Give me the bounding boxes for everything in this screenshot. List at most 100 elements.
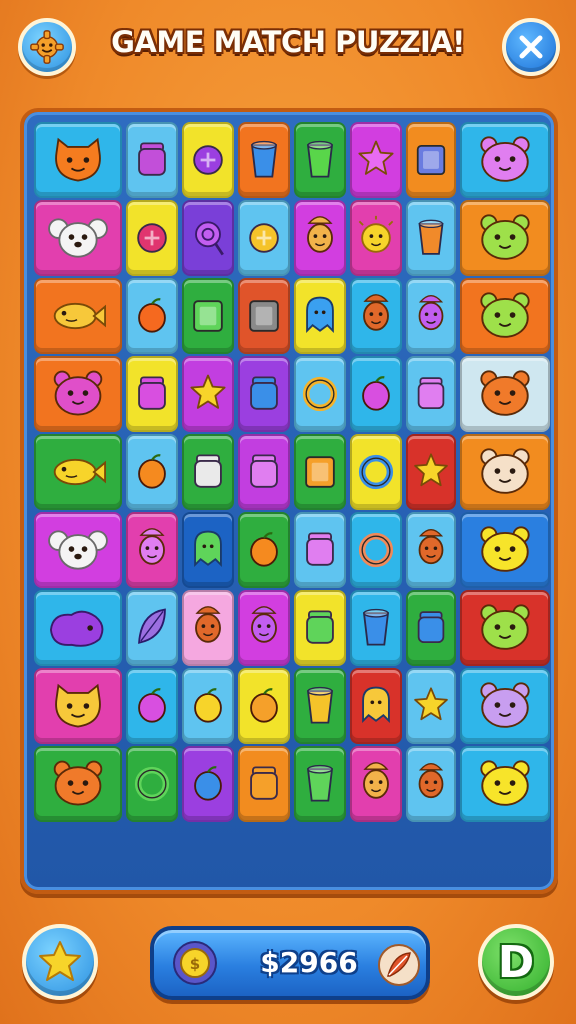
feather-icon (378, 944, 420, 986)
tile-person-face[interactable] (350, 278, 402, 354)
leaf-icon (138, 608, 166, 644)
tile-square-tile[interactable] (406, 122, 456, 198)
fish-icon (53, 302, 106, 330)
tile-person-face[interactable] (406, 512, 456, 588)
tile-ghost[interactable] (294, 278, 346, 354)
tile-ghost[interactable] (182, 512, 234, 588)
tile-round-candy[interactable] (238, 200, 290, 276)
tile-person-face[interactable] (182, 590, 234, 666)
tile-square-tile[interactable] (182, 278, 234, 354)
tile-cup[interactable] (294, 668, 346, 744)
tile-koala-face[interactable] (34, 200, 122, 276)
tile-square-tile[interactable] (238, 278, 290, 354)
jar-icon (250, 766, 278, 800)
tile-bear-face[interactable] (34, 746, 122, 822)
tile-bear-face[interactable] (34, 356, 122, 432)
tile-fruit[interactable] (238, 512, 290, 588)
square-tile-icon (305, 456, 335, 488)
person-face-icon (251, 606, 277, 643)
cup-icon (306, 140, 334, 178)
bear-face-icon (480, 370, 530, 416)
tile-cup[interactable] (238, 122, 290, 198)
tile-cat-face[interactable] (34, 122, 122, 198)
person-face-icon (363, 294, 389, 331)
tile-person-face[interactable] (294, 200, 346, 276)
tile-fish[interactable] (34, 278, 122, 354)
tile-cat-face[interactable] (34, 668, 122, 744)
tile-star-blob[interactable] (406, 668, 456, 744)
tile-bear-face[interactable] (460, 122, 550, 198)
tile-jar[interactable] (238, 434, 290, 510)
tile-person-face[interactable] (406, 746, 456, 822)
tile-star-blob[interactable] (182, 356, 234, 432)
tile-person-face[interactable] (238, 590, 290, 666)
tile-ring[interactable] (294, 356, 346, 432)
jar-icon (138, 142, 166, 176)
person-face-icon (418, 294, 444, 331)
tile-fruit[interactable] (350, 356, 402, 432)
ghost-icon (362, 686, 390, 723)
close-button[interactable] (502, 18, 560, 76)
tile-ring[interactable] (350, 434, 402, 510)
tile-jar[interactable] (126, 122, 178, 198)
close-icon (519, 35, 543, 59)
tile-bear-face[interactable] (460, 590, 550, 666)
tile-jar[interactable] (406, 356, 456, 432)
tile-bear-face[interactable] (460, 512, 550, 588)
tile-ring[interactable] (126, 746, 178, 822)
tile-jar[interactable] (294, 590, 346, 666)
tile-jar[interactable] (238, 356, 290, 432)
tile-star-blob[interactable] (406, 434, 456, 510)
bear-face-icon (480, 604, 530, 650)
tile-fish[interactable] (34, 434, 122, 510)
tile-fruit[interactable] (182, 746, 234, 822)
bear-face-icon (53, 370, 103, 416)
tile-ghost[interactable] (350, 668, 402, 744)
tile-jar[interactable] (238, 746, 290, 822)
tile-bear-face[interactable] (460, 356, 550, 432)
tile-bear-face[interactable] (460, 200, 550, 276)
tile-lollipop[interactable] (182, 200, 234, 276)
person-face-icon (307, 216, 333, 253)
tile-square-tile[interactable] (294, 434, 346, 510)
tile-koala-face[interactable] (34, 512, 122, 588)
fruit-icon (250, 532, 278, 567)
tile-bear-face[interactable] (460, 668, 550, 744)
tile-fruit[interactable] (238, 668, 290, 744)
tile-ring[interactable] (350, 512, 402, 588)
tile-jar[interactable] (294, 512, 346, 588)
tile-fruit[interactable] (126, 668, 178, 744)
tile-fruit[interactable] (126, 434, 178, 510)
game-title: GAME MATCH PUZZIA! (111, 25, 465, 59)
person-face-icon (418, 762, 444, 799)
tile-fruit[interactable] (182, 668, 234, 744)
tile-leaf[interactable] (126, 590, 178, 666)
tile-star-blob[interactable] (350, 122, 402, 198)
star-button[interactable] (22, 924, 98, 1000)
fruit-icon (362, 376, 390, 411)
tile-cup[interactable] (294, 122, 346, 198)
tile-round-candy[interactable] (126, 200, 178, 276)
tile-blob[interactable] (34, 590, 122, 666)
settings-button[interactable] (18, 18, 76, 76)
tile-person-face[interactable] (406, 278, 456, 354)
cat-face-icon (55, 683, 101, 728)
tile-person-face[interactable] (126, 512, 178, 588)
tile-bear-face[interactable] (460, 278, 550, 354)
tile-cup[interactable] (294, 746, 346, 822)
tile-jar[interactable] (182, 434, 234, 510)
d-button[interactable]: D (478, 924, 554, 1000)
tile-jar[interactable] (126, 356, 178, 432)
tile-fruit[interactable] (126, 278, 178, 354)
tile-cup[interactable] (350, 590, 402, 666)
tile-person-face[interactable] (350, 746, 402, 822)
tile-bear-face[interactable] (460, 434, 550, 510)
tile-sun-face[interactable] (350, 200, 402, 276)
jar-icon (417, 377, 445, 410)
tile-bear-face[interactable] (460, 746, 550, 822)
tile-cup[interactable] (406, 200, 456, 276)
fruit-icon (138, 454, 166, 489)
tile-round-candy[interactable] (182, 122, 234, 198)
ghost-icon (306, 296, 334, 333)
tile-jar[interactable] (406, 590, 456, 666)
